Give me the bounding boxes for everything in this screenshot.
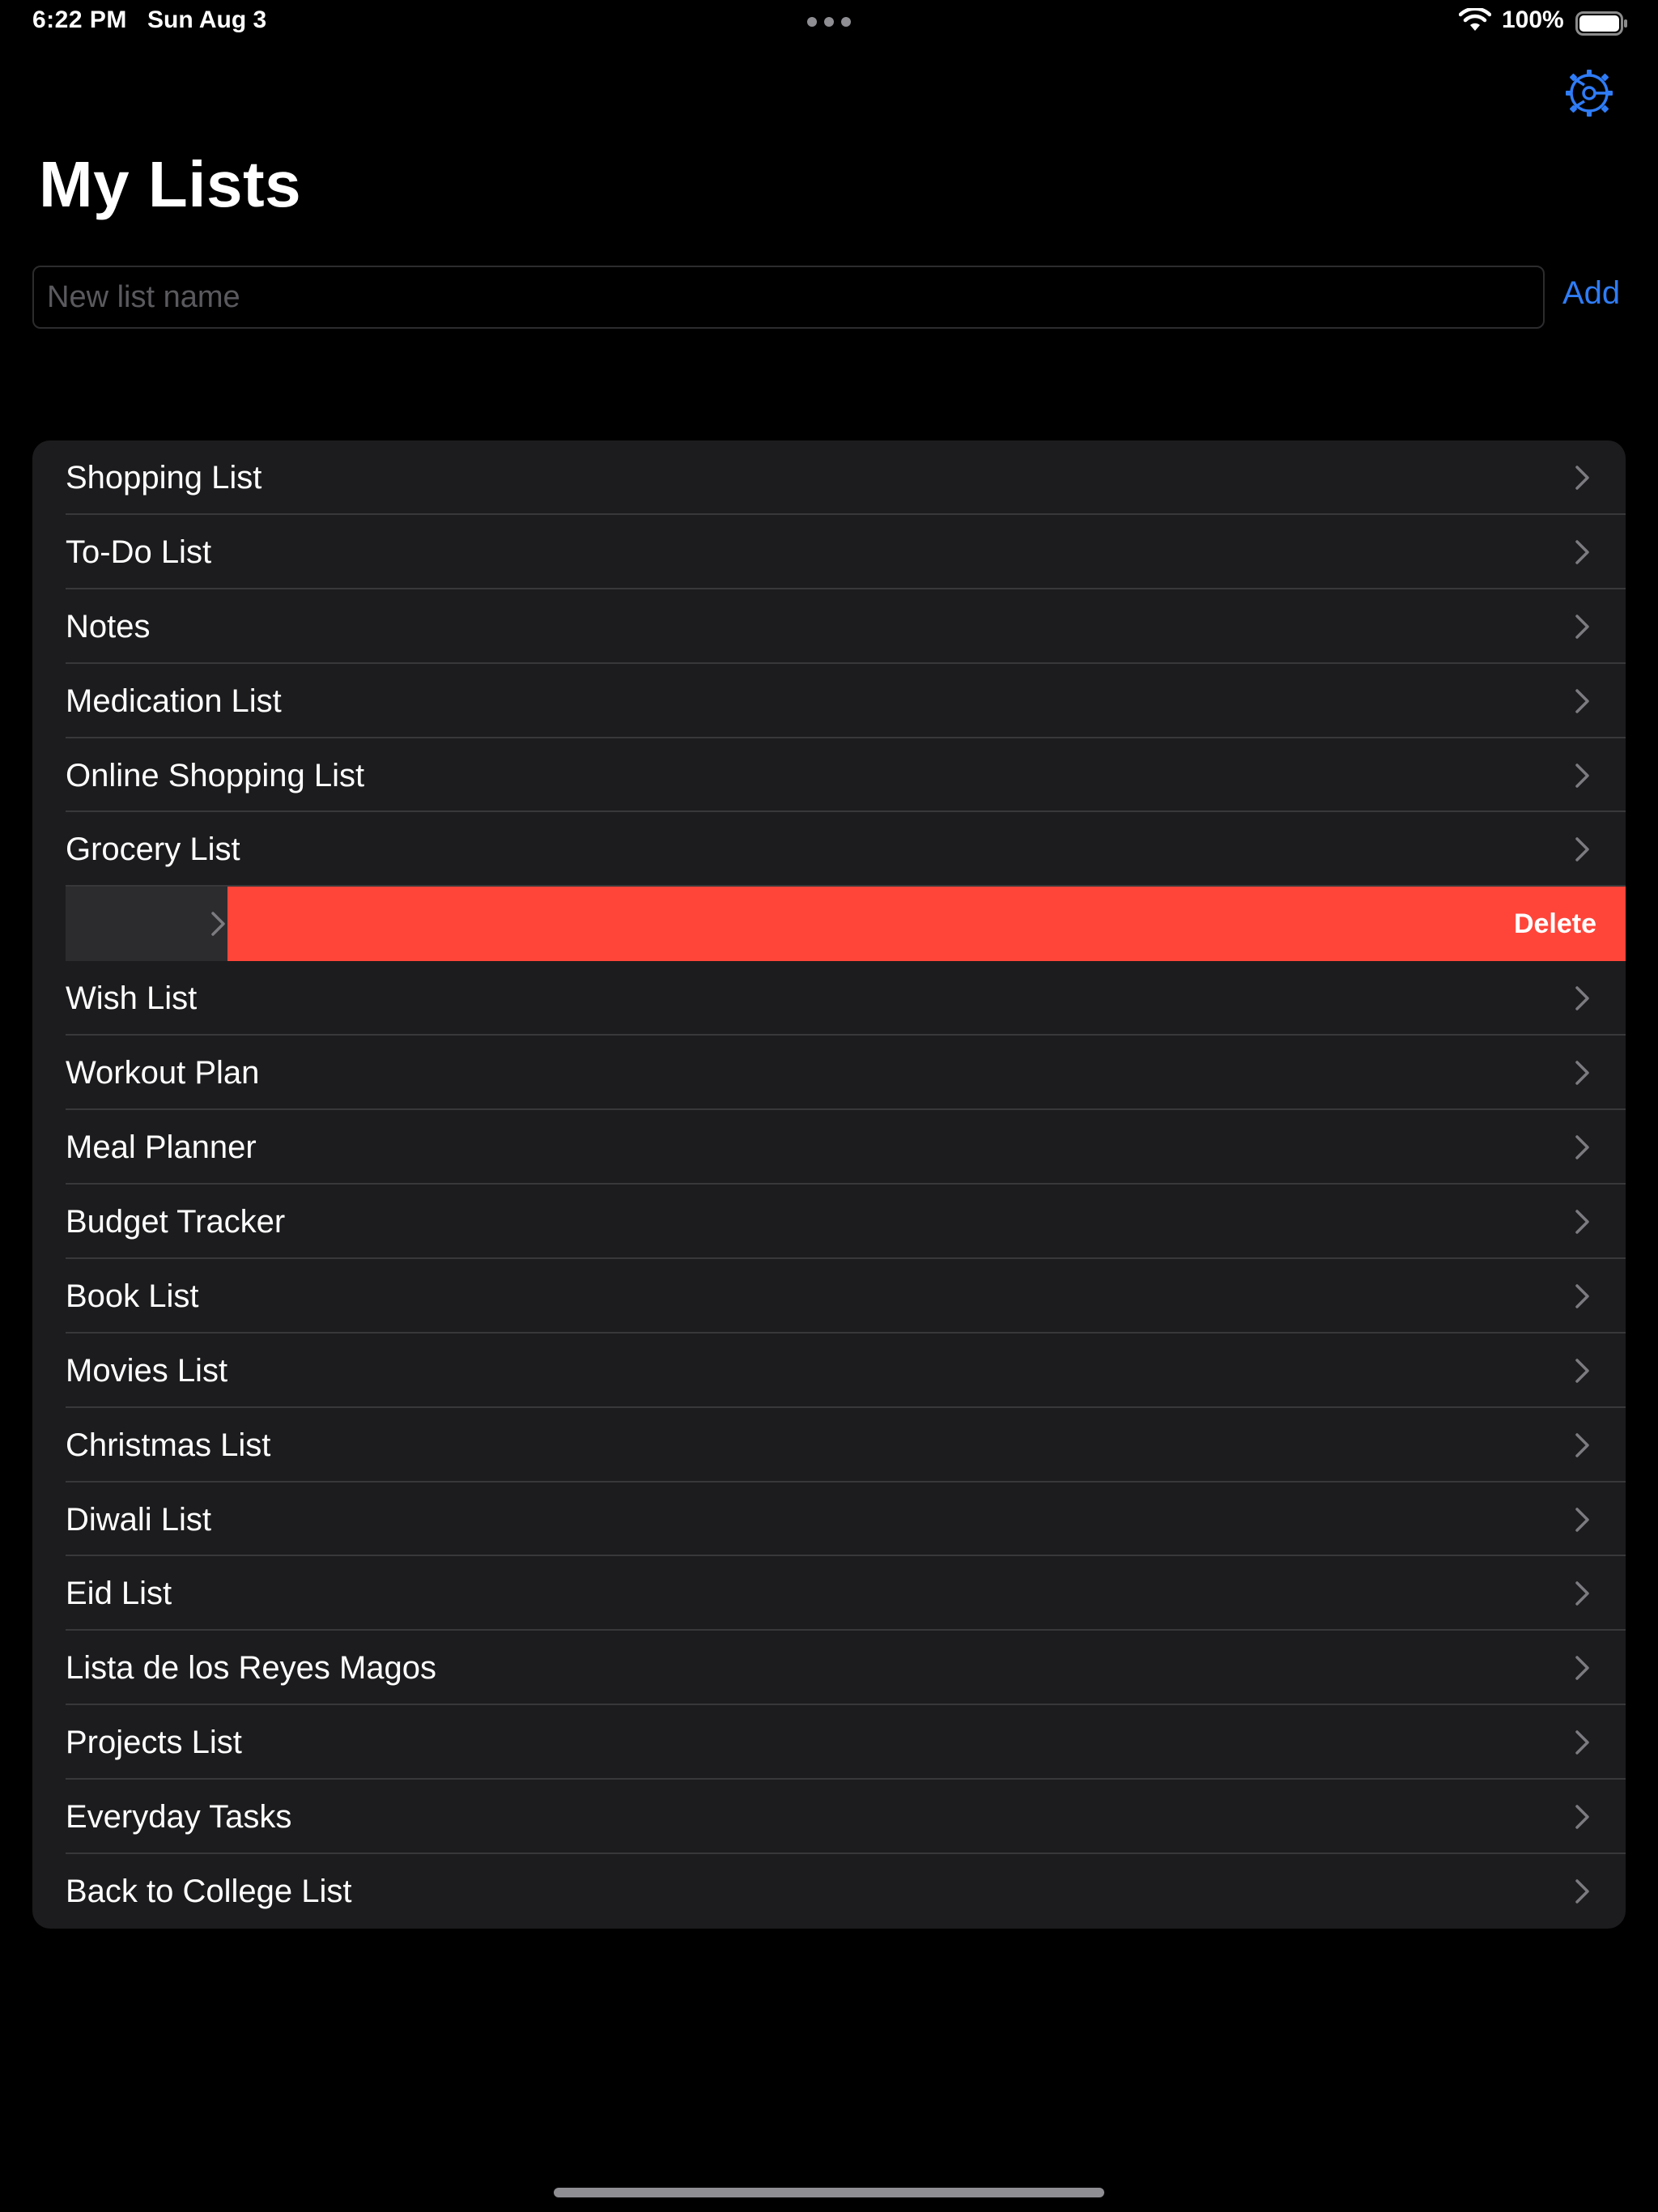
chevron-right-icon (1575, 614, 1589, 639)
list-item-label: Diwali List (66, 1501, 212, 1538)
battery-percentage: 100% (1502, 6, 1564, 33)
page-title: My Lists (39, 148, 302, 220)
chevron-right-icon (1575, 986, 1589, 1010)
list-item[interactable]: To-Do List (32, 515, 1626, 589)
list-item[interactable]: Budget Tracker (32, 1185, 1626, 1259)
list-item-label: Notes (66, 608, 151, 644)
list-item-label: Medication List (66, 683, 282, 719)
list-item[interactable]: Back to College List (32, 1854, 1626, 1929)
list-item-label: Everyday Tasks (66, 1799, 292, 1836)
list-item-label: To-Do List (66, 534, 212, 570)
list-item[interactable]: Wish List (32, 961, 1626, 1036)
list-item-label: Christmas List (66, 1427, 271, 1463)
lists-card: Shopping List To-Do List Notes Medicatio… (32, 440, 1626, 1929)
wifi-icon (1459, 8, 1491, 31)
add-list-button[interactable]: Add (1562, 275, 1620, 312)
chevron-right-icon (1575, 1210, 1589, 1234)
chevron-right-icon (1575, 763, 1589, 788)
screen: 6:22 PM Sun Aug 3 100% My Lists New list… (0, 0, 1658, 2212)
list-item[interactable]: Eid List (32, 1557, 1626, 1631)
list-item[interactable]: Projects List (32, 1705, 1626, 1780)
chevron-right-icon (1575, 1730, 1589, 1755)
multitasking-dots-icon[interactable] (806, 16, 852, 28)
chevron-right-icon (1575, 1507, 1589, 1532)
status-bar: 6:22 PM Sun Aug 3 100% (0, 0, 1658, 45)
list-item-label: Lista de los Reyes Magos (66, 1650, 437, 1687)
list-item[interactable]: Christmas List (32, 1408, 1626, 1482)
list-item-label: Projects List (66, 1725, 242, 1761)
chevron-right-icon (1575, 688, 1589, 713)
list-item[interactable]: Workout Plan (32, 1036, 1626, 1111)
delete-button[interactable]: Delete (227, 887, 1626, 962)
list-item-label: Eid List (66, 1576, 172, 1612)
status-date: Sun Aug 3 (147, 6, 267, 33)
list-item[interactable]: Lista de los Reyes Magos (32, 1631, 1626, 1706)
swiped-row-content[interactable] (66, 887, 227, 962)
list-item[interactable]: Notes (32, 589, 1626, 664)
list-item[interactable]: Meal Planner (32, 1110, 1626, 1185)
chevron-right-icon (1575, 1432, 1589, 1457)
list-item[interactable]: Diwali List (32, 1482, 1626, 1557)
delete-label: Delete (1513, 908, 1596, 940)
chevron-right-icon (1575, 1581, 1589, 1606)
chevron-right-icon (1575, 540, 1589, 564)
list-item[interactable]: Medication List (32, 664, 1626, 738)
list-item-label: Grocery List (66, 832, 240, 868)
chevron-right-icon (1575, 1656, 1589, 1681)
list-item-label: Online Shopping List (66, 757, 365, 793)
list-item[interactable]: Online Shopping List (32, 738, 1626, 813)
chevron-right-icon (1575, 837, 1589, 862)
chevron-right-icon (1575, 1358, 1589, 1383)
list-item-label: Budget Tracker (66, 1203, 286, 1240)
swiped-list-item[interactable]: Delete (32, 887, 1626, 962)
home-indicator[interactable] (554, 2188, 1104, 2197)
chevron-right-icon (211, 912, 225, 937)
list-item-label: Wish List (66, 981, 198, 1017)
chevron-right-icon (1575, 1879, 1589, 1904)
chevron-right-icon (1575, 1805, 1589, 1829)
status-time: 6:22 PM (32, 6, 127, 33)
list-item-label: Shopping List (66, 459, 262, 496)
chevron-right-icon (1575, 1135, 1589, 1159)
new-list-name-input[interactable] (32, 266, 1545, 329)
battery-icon (1575, 11, 1627, 36)
list-item-label: Movies List (66, 1352, 228, 1389)
chevron-right-icon (1575, 1284, 1589, 1308)
chevron-right-icon (1575, 1061, 1589, 1085)
list-item-label: Meal Planner (66, 1129, 257, 1166)
list-item[interactable]: Grocery List (32, 813, 1626, 887)
list-item-label: Workout Plan (66, 1055, 260, 1091)
chevron-right-icon (1575, 466, 1589, 490)
list-item[interactable]: Shopping List (32, 440, 1626, 515)
list-item-label: Book List (66, 1278, 199, 1314)
list-item[interactable]: Movies List (32, 1334, 1626, 1408)
list-item[interactable]: Everyday Tasks (32, 1780, 1626, 1855)
list-item[interactable]: Book List (32, 1259, 1626, 1334)
list-item-label: Back to College List (66, 1874, 352, 1910)
gear-icon[interactable] (1562, 66, 1616, 120)
